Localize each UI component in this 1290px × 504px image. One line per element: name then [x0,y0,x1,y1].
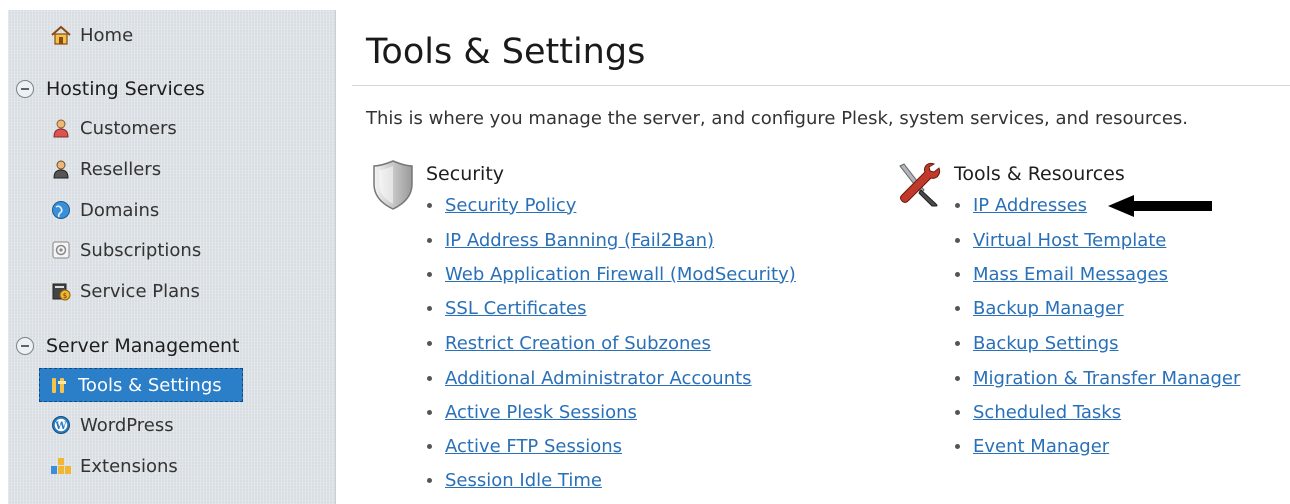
sidebar-item-label: Domains [80,199,160,221]
bullet [427,477,432,483]
bullet [427,305,432,311]
sidebar-item-customers[interactable]: Customers [50,113,177,143]
link-restrict-subzones[interactable]: Restrict Creation of Subzones [445,333,711,354]
page-intro: This is where you manage the server, and… [366,108,1188,129]
list-item: Backup Manager [955,296,1124,320]
list-item: IP Addresses [955,193,1087,217]
link-virtual-host-template[interactable]: Virtual Host Template [973,230,1166,251]
sidebar-item-home[interactable]: Home [50,20,133,50]
subscription-icon [50,239,72,261]
section-server-management[interactable]: Server Management [16,331,240,361]
extensions-icon [50,455,72,477]
list-item: Web Application Firewall (ModSecurity) [427,262,796,286]
link-scheduled-tasks[interactable]: Scheduled Tasks [973,402,1121,423]
bullet [427,409,432,415]
sidebar-item-tools-settings[interactable]: Tools & Settings [39,368,243,402]
home-icon [50,24,72,46]
bullet [955,271,960,277]
bullet [427,202,432,208]
link-ssl-certificates[interactable]: SSL Certificates [445,298,586,319]
link-web-application-firewall[interactable]: Web Application Firewall (ModSecurity) [445,264,796,285]
link-backup-settings[interactable]: Backup Settings [973,333,1119,354]
page-title: Tools & Settings [366,32,646,72]
sidebar-item-resellers[interactable]: Resellers [50,154,161,184]
sidebar: Home Hosting Services Customers Reseller… [8,10,336,504]
section-title: Hosting Services [46,78,205,100]
bullet [955,443,960,449]
bullet [427,237,432,243]
title-divider [352,85,1290,86]
sidebar-item-service-plans[interactable]: $ Service Plans [50,276,200,306]
arrow-left-icon [1104,192,1216,224]
link-ip-address-banning[interactable]: IP Address Banning (Fail2Ban) [445,230,714,251]
list-item: Active Plesk Sessions [427,400,637,424]
shield-icon [371,158,415,216]
list-item: Restrict Creation of Subzones [427,331,711,355]
link-event-manager[interactable]: Event Manager [973,436,1109,457]
bullet [955,237,960,243]
sidebar-item-extensions[interactable]: Extensions [50,451,178,481]
tools-resources-heading: Tools & Resources [954,163,1125,185]
link-migration-transfer-manager[interactable]: Migration & Transfer Manager [973,368,1240,389]
bullet [955,409,960,415]
reseller-icon [50,158,72,180]
bullet [427,340,432,346]
bullet [955,340,960,346]
globe-icon [50,199,72,221]
sidebar-item-label: Resellers [80,158,162,180]
wrench-screwdriver-icon [894,160,942,212]
bullet [427,271,432,277]
list-item: Backup Settings [955,331,1119,355]
list-item: SSL Certificates [427,296,586,320]
link-active-ftp-sessions[interactable]: Active FTP Sessions [445,436,622,457]
link-ip-addresses[interactable]: IP Addresses [973,195,1087,216]
svg-text:W: W [54,421,67,432]
tools-icon [48,374,70,396]
list-item: Active FTP Sessions [427,434,622,458]
bullet [955,202,960,208]
link-security-policy[interactable]: Security Policy [445,195,576,216]
sidebar-item-label: Tools & Settings [78,374,222,396]
list-item: Security Policy [427,193,576,217]
sidebar-item-label: Customers [80,117,177,139]
link-session-idle-time[interactable]: Session Idle Time [445,470,602,491]
list-item: IP Address Banning (Fail2Ban) [427,228,714,252]
link-backup-manager[interactable]: Backup Manager [973,298,1124,319]
collapse-icon[interactable] [16,80,34,98]
sidebar-item-label: Service Plans [80,280,200,302]
sidebar-item-label: Subscriptions [80,239,202,261]
bullet [955,305,960,311]
collapse-icon[interactable] [16,337,34,355]
wordpress-icon: W [50,414,72,436]
section-hosting-services[interactable]: Hosting Services [16,74,205,104]
sidebar-item-wordpress[interactable]: W WordPress [50,410,174,440]
list-item: Additional Administrator Accounts [427,366,752,390]
svg-text:$: $ [63,292,67,300]
list-item: Event Manager [955,434,1109,458]
sidebar-item-subscriptions[interactable]: Subscriptions [50,235,201,265]
sidebar-item-label: Home [80,24,134,46]
bullet [427,443,432,449]
list-item: Scheduled Tasks [955,400,1121,424]
list-item: Session Idle Time [427,468,602,492]
link-additional-admin-accounts[interactable]: Additional Administrator Accounts [445,368,752,389]
sidebar-item-label: Extensions [80,455,178,477]
list-item: Mass Email Messages [955,262,1168,286]
link-active-plesk-sessions[interactable]: Active Plesk Sessions [445,402,637,423]
bullet [955,375,960,381]
bullet [427,375,432,381]
service-plans-icon: $ [50,280,72,302]
customer-icon [50,117,72,139]
sidebar-item-label: WordPress [80,414,174,436]
list-item: Migration & Transfer Manager [955,366,1240,390]
sidebar-item-domains[interactable]: Domains [50,195,159,225]
list-item: Virtual Host Template [955,228,1166,252]
link-mass-email-messages[interactable]: Mass Email Messages [973,264,1168,285]
section-title: Server Management [46,335,240,357]
security-heading: Security [426,163,505,185]
